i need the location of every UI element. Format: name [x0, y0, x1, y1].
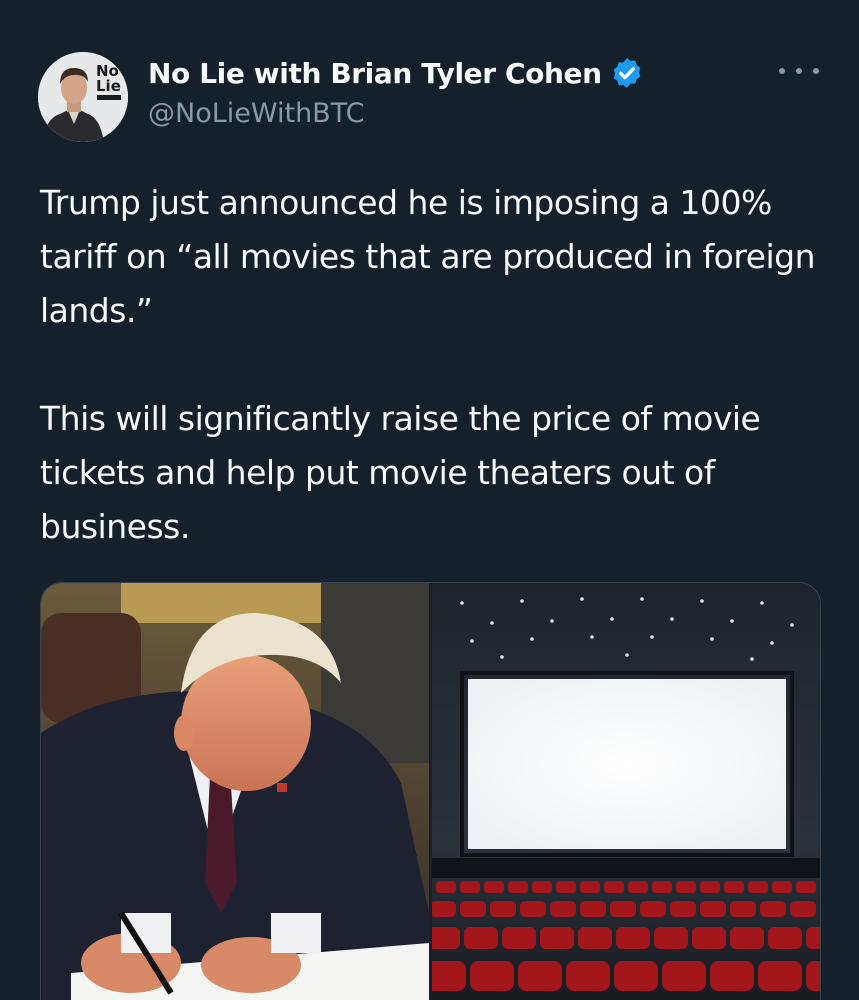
tweet-paragraph-1: Trump just announced he is imposing a 10… — [40, 183, 816, 330]
display-name[interactable]: No Lie with Brian Tyler Cohen — [148, 57, 602, 90]
photo-empty-movie-theater[interactable] — [432, 583, 820, 1000]
tweet: No Lie No Lie with Brian Tyler Cohen @No… — [0, 0, 859, 1000]
tweet-text: Trump just announced he is imposing a 10… — [40, 176, 830, 554]
dot — [813, 68, 819, 74]
tweet-paragraph-2: This will significantly raise the price … — [40, 399, 761, 546]
avatar-logo-line2: Lie — [96, 77, 121, 95]
display-name-row: No Lie with Brian Tyler Cohen — [148, 56, 644, 90]
avatar[interactable]: No Lie — [38, 52, 128, 142]
more-options-icon[interactable] — [779, 58, 819, 84]
avatar-image: No Lie — [38, 52, 128, 142]
media-grid[interactable] — [40, 582, 821, 1000]
author-info: No Lie with Brian Tyler Cohen @NoLieWith… — [148, 56, 644, 129]
photo-man-signing-document[interactable] — [41, 583, 429, 1000]
dot — [796, 68, 802, 74]
verified-badge-icon — [613, 58, 640, 88]
dot — [779, 68, 785, 74]
handle[interactable]: @NoLieWithBTC — [148, 98, 644, 129]
